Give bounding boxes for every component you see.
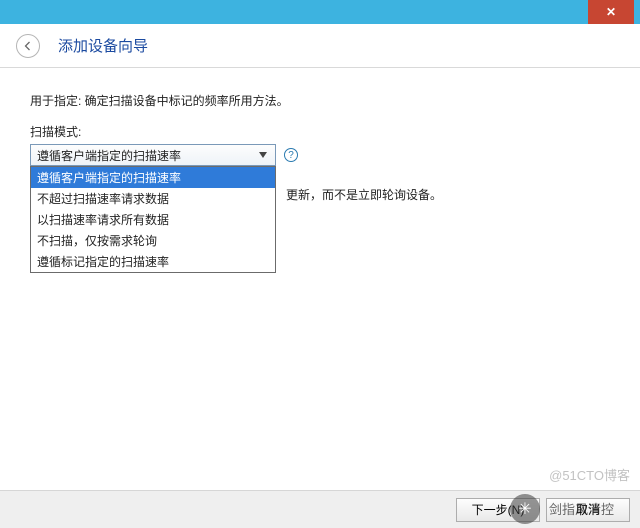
- dropdown-option[interactable]: 以扫描速率请求所有数据: [31, 209, 275, 230]
- wizard-content: 用于指定: 确定扫描设备中标记的频率所用方法。 扫描模式: 遵循客户端指定的扫描…: [0, 68, 640, 190]
- back-arrow-icon: [22, 40, 34, 52]
- scan-mode-dropdown: 遵循客户端指定的扫描速率 不超过扫描速率请求数据 以扫描速率请求所有数据 不扫描…: [30, 166, 276, 273]
- dropdown-option[interactable]: 遵循客户端指定的扫描速率: [31, 167, 275, 188]
- chevron-down-icon: [255, 152, 271, 158]
- close-button[interactable]: ✕: [588, 0, 634, 24]
- next-button[interactable]: 下一步(N): [456, 498, 540, 522]
- watermark-top: @51CTO博客: [549, 465, 630, 484]
- scan-mode-row: 遵循客户端指定的扫描速率 ? 遵循客户端指定的扫描速率 不超过扫描速率请求数据 …: [30, 144, 610, 166]
- partial-hint-text: 更新，而不是立即轮询设备。: [286, 186, 442, 203]
- scan-mode-label: 扫描模式:: [30, 123, 610, 140]
- wizard-header: 添加设备向导: [0, 24, 640, 68]
- scan-mode-combobox[interactable]: 遵循客户端指定的扫描速率: [30, 144, 276, 166]
- wizard-title: 添加设备向导: [58, 35, 148, 56]
- dropdown-option[interactable]: 不扫描，仅按需求轮询: [31, 230, 275, 251]
- close-icon: ✕: [606, 5, 616, 19]
- dropdown-option[interactable]: 遵循标记指定的扫描速率: [31, 251, 275, 272]
- combo-selected-text: 遵循客户端指定的扫描速率: [37, 147, 181, 164]
- help-icon[interactable]: ?: [284, 148, 298, 162]
- description-text: 用于指定: 确定扫描设备中标记的频率所用方法。: [30, 92, 610, 109]
- dropdown-option[interactable]: 不超过扫描速率请求数据: [31, 188, 275, 209]
- title-bar: ✕: [0, 0, 640, 24]
- back-button[interactable]: [16, 34, 40, 58]
- wizard-footer: 下一步(N) 取消: [0, 490, 640, 528]
- cancel-button[interactable]: 取消: [546, 498, 630, 522]
